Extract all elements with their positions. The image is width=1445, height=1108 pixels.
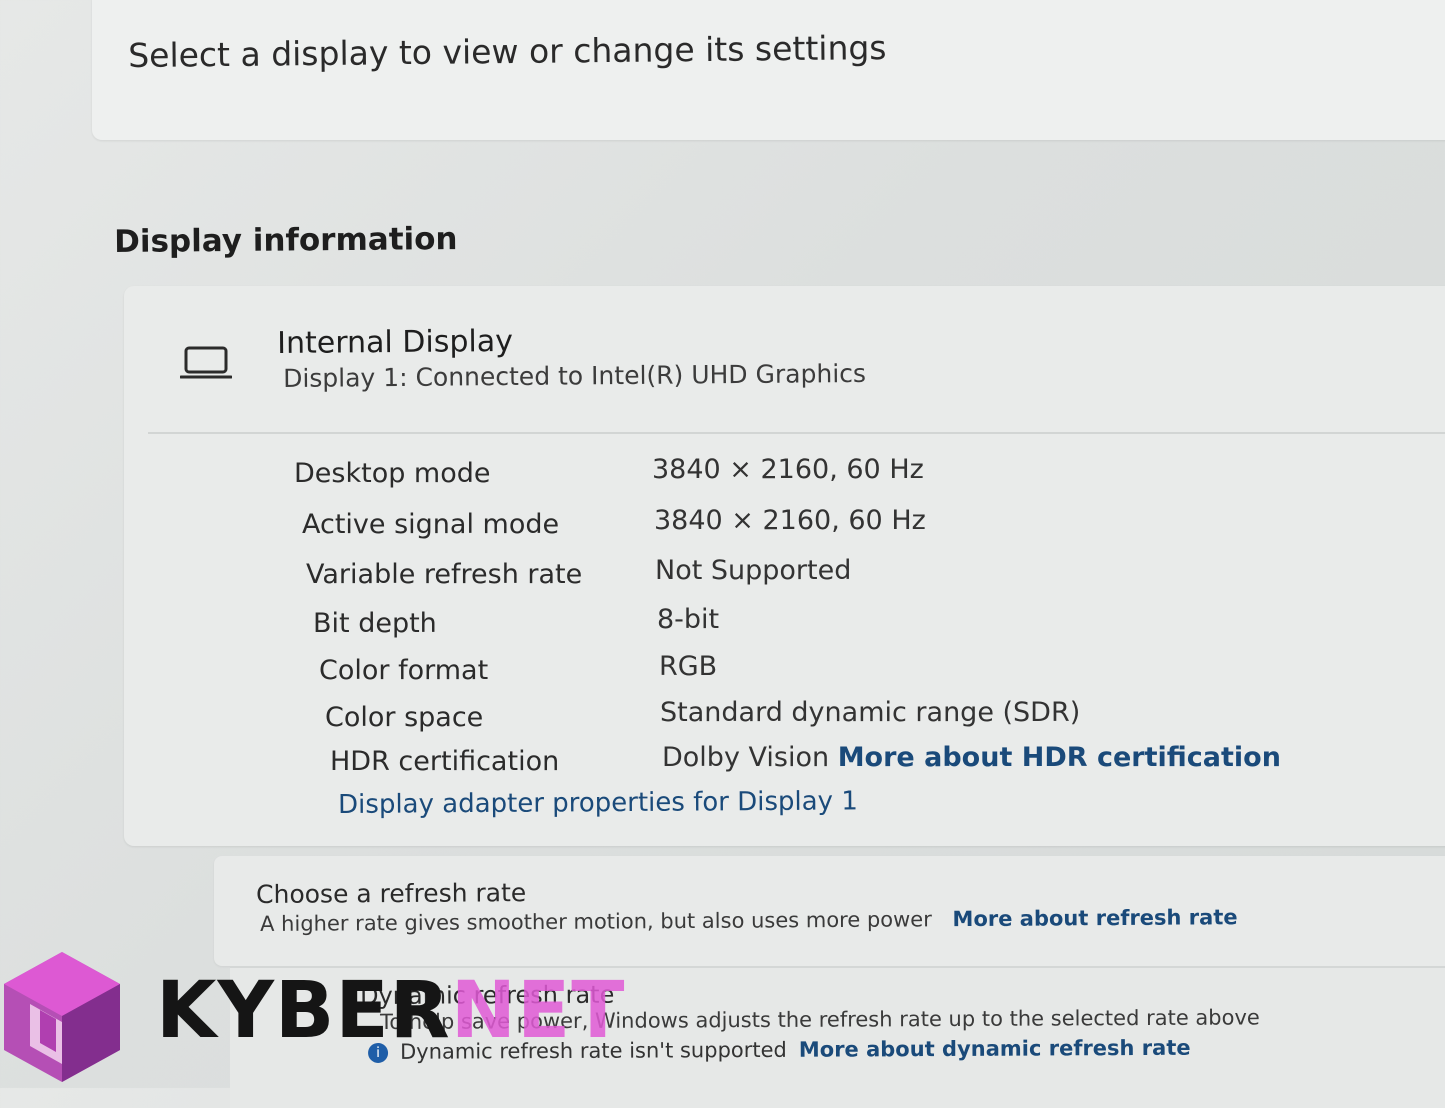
row-label-color-space: Color space [325, 702, 484, 733]
more-about-dynamic-refresh-link[interactable]: More about dynamic refresh rate [799, 1036, 1191, 1062]
row-value-variable-refresh-rate: Not Supported [655, 555, 852, 586]
row-value-color-space: Standard dynamic range (SDR) [660, 697, 1081, 728]
laptop-icon [180, 346, 232, 379]
more-about-refresh-rate-link[interactable]: More about refresh rate [952, 905, 1237, 931]
row-label-desktop-mode: Desktop mode [294, 458, 491, 489]
wordmark-net: NET [450, 966, 626, 1056]
row-label-hdr-certification: HDR certification [330, 746, 560, 777]
display-select-instruction: Select a display to view or change its s… [128, 28, 887, 75]
refresh-rate-desc-text: A higher rate gives smoother motion, but… [260, 907, 932, 936]
row-label-active-signal-mode: Active signal mode [302, 509, 560, 540]
refresh-rate-title: Choose a refresh rate [256, 878, 527, 909]
display-adapter-properties-link[interactable]: Display adapter properties for Display 1 [338, 786, 858, 820]
row-label-bit-depth: Bit depth [313, 608, 437, 639]
row-value-hdr-certification: Dolby Vision More about HDR certificatio… [662, 742, 1281, 773]
more-about-hdr-link[interactable]: More about HDR certification [838, 742, 1281, 773]
card-divider [148, 432, 1445, 434]
section-title: Display information [114, 221, 458, 260]
row-value-active-signal-mode: 3840 × 2160, 60 Hz [654, 505, 926, 536]
display-connection: Display 1: Connected to Intel(R) UHD Gra… [283, 358, 867, 393]
kybernet-wordmark: KYBERNET [156, 966, 626, 1056]
display-name: Internal Display [277, 323, 514, 361]
kybernet-logo-icon [4, 952, 120, 1082]
row-label-color-format: Color format [319, 655, 489, 686]
row-value-color-format: RGB [659, 651, 718, 682]
kybernet-watermark: KYBERNET [0, 944, 625, 1088]
row-value-desktop-mode: 3840 × 2160, 60 Hz [652, 454, 924, 485]
row-value-bit-depth: 8-bit [657, 604, 720, 635]
row-label-variable-refresh-rate: Variable refresh rate [306, 559, 583, 590]
hdr-value-text: Dolby Vision [662, 742, 830, 773]
wordmark-kyber: KYBER [156, 966, 451, 1056]
